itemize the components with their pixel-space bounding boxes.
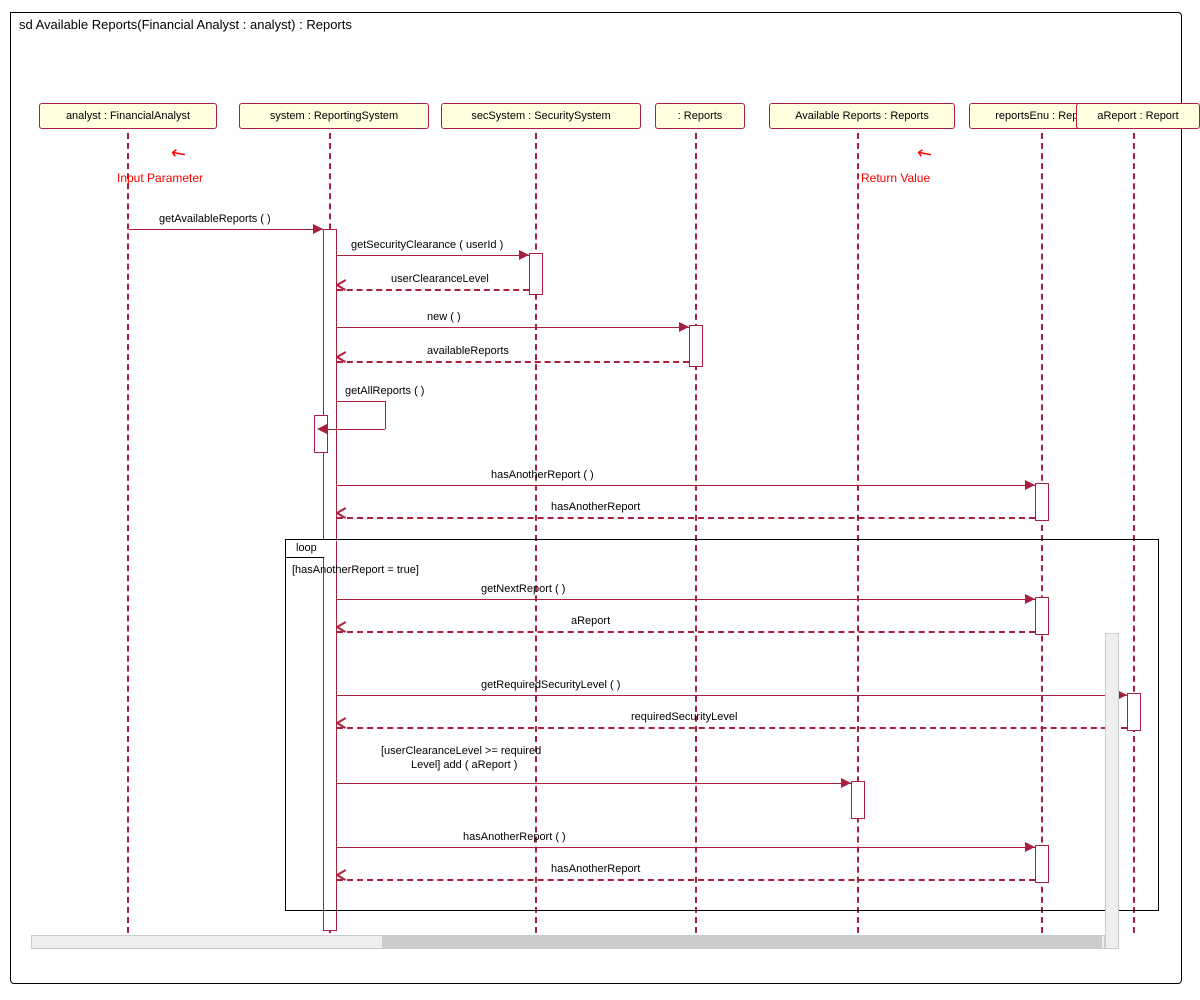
msg-add bbox=[337, 783, 851, 784]
scrollbar-thumb[interactable] bbox=[382, 936, 1102, 948]
return-requiredSecurityLevel bbox=[337, 727, 1127, 729]
msg-label: getSecurityClearance ( userId ) bbox=[351, 239, 503, 251]
arrow-icon bbox=[337, 874, 347, 884]
scrollbar-horizontal[interactable] bbox=[31, 935, 1105, 949]
msg-label: [userClearanceLevel >= required bbox=[381, 745, 541, 757]
arrow-icon bbox=[337, 626, 347, 636]
self-call-vline bbox=[385, 401, 386, 429]
frame-title: sd Available Reports(Financial Analyst :… bbox=[10, 12, 377, 38]
activation-reports bbox=[689, 325, 703, 367]
activation-system-self bbox=[314, 415, 328, 453]
msg-hasAnotherReport-2 bbox=[337, 847, 1035, 848]
arrow-icon bbox=[337, 722, 347, 732]
scrollbar-vertical[interactable] bbox=[1105, 633, 1119, 949]
arrow-icon bbox=[679, 322, 689, 332]
arrow-icon bbox=[317, 424, 327, 434]
arrow-icon bbox=[313, 224, 323, 234]
loop-guard: [hasAnotherReport = true] bbox=[292, 564, 419, 576]
msg-hasAnotherReport-1 bbox=[337, 485, 1035, 486]
lifeline-avail[interactable]: Available Reports : Reports bbox=[769, 103, 955, 129]
msg-getNextReport bbox=[337, 599, 1035, 600]
return-userClearanceLevel bbox=[337, 289, 529, 291]
lifeline-line-analyst bbox=[127, 133, 129, 933]
arrow-icon bbox=[841, 778, 851, 788]
msg-label: userClearanceLevel bbox=[391, 273, 489, 285]
msg-getSecurityClearance bbox=[337, 255, 529, 256]
msg-label: availableReports bbox=[427, 345, 509, 357]
arrow-icon bbox=[337, 356, 347, 366]
arrow-icon bbox=[337, 512, 347, 522]
msg-label: aReport bbox=[571, 615, 610, 627]
lifeline-system[interactable]: system : ReportingSystem bbox=[239, 103, 429, 129]
activation-enu-1 bbox=[1035, 483, 1049, 521]
msg-getAvailableReports bbox=[129, 229, 323, 230]
annotation-input: Input Parameter bbox=[117, 171, 203, 185]
msg-label: getAllReports ( ) bbox=[345, 385, 424, 397]
arrow-icon bbox=[519, 250, 529, 260]
msg-label: new ( ) bbox=[427, 311, 461, 323]
msg-label: hasAnotherReport ( ) bbox=[463, 831, 566, 843]
msg-getAllReports bbox=[337, 401, 385, 402]
arrow-icon bbox=[1025, 842, 1035, 852]
lifeline-analyst[interactable]: analyst : FinancialAnalyst bbox=[39, 103, 217, 129]
msg-label: Level] add ( aReport ) bbox=[411, 759, 517, 771]
msg-label: hasAnotherReport bbox=[551, 863, 640, 875]
activation-sec bbox=[529, 253, 543, 295]
return-hasAnotherReport-1 bbox=[337, 517, 1035, 519]
arrow-icon: ↖ bbox=[166, 141, 190, 167]
msg-label: getAvailableReports ( ) bbox=[159, 213, 271, 225]
return-availableReports bbox=[337, 361, 689, 363]
msg-getRequiredSecurityLevel bbox=[337, 695, 1127, 696]
return-aReport bbox=[337, 631, 1035, 633]
annotation-return: Return Value bbox=[861, 171, 930, 185]
return-hasAnotherReport-2 bbox=[337, 879, 1035, 881]
arrow-icon bbox=[337, 284, 347, 294]
arrow-icon bbox=[1025, 480, 1035, 490]
sequence-diagram-frame: sd Available Reports(Financial Analyst :… bbox=[10, 12, 1182, 984]
msg-label: getRequiredSecurityLevel ( ) bbox=[481, 679, 620, 691]
lifeline-reports[interactable]: : Reports bbox=[655, 103, 745, 129]
self-call-back bbox=[327, 429, 385, 430]
msg-new bbox=[337, 327, 689, 328]
msg-label: hasAnotherReport bbox=[551, 501, 640, 513]
msg-label: getNextReport ( ) bbox=[481, 583, 565, 595]
msg-label: hasAnotherReport ( ) bbox=[491, 469, 594, 481]
lifeline-areport[interactable]: aReport : Report bbox=[1076, 103, 1200, 129]
msg-label: requiredSecurityLevel bbox=[631, 711, 737, 723]
arrow-icon: ↖ bbox=[912, 141, 936, 167]
loop-label: loop bbox=[285, 539, 338, 558]
lifeline-sec[interactable]: secSystem : SecuritySystem bbox=[441, 103, 641, 129]
arrow-icon bbox=[1025, 594, 1035, 604]
